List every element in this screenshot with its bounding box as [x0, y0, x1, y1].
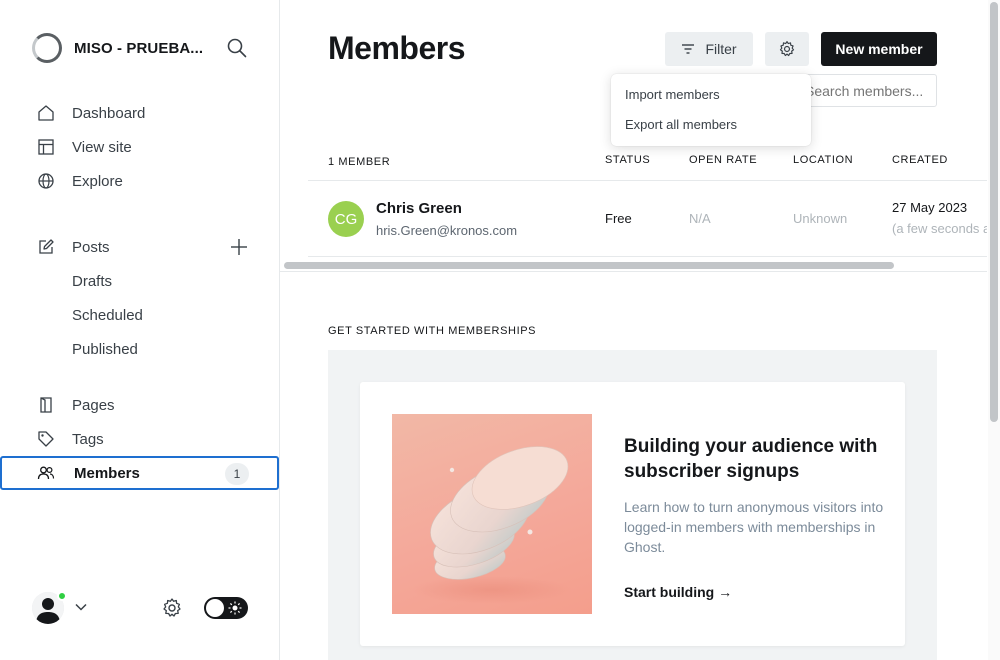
start-building-link[interactable]: Start building →: [624, 584, 732, 600]
sidebar-item-label: Pages: [72, 396, 115, 414]
member-status: Free: [605, 211, 632, 226]
site-name: MISO - PRUEBA...: [74, 39, 204, 57]
sidebar-item-label: Dashboard: [72, 104, 146, 122]
sidebar-item-scheduled[interactable]: Scheduled: [0, 298, 280, 332]
members-count-badge: 1: [225, 463, 249, 485]
sidebar-item-explore[interactable]: Explore: [0, 164, 280, 198]
sidebar-item-dashboard[interactable]: Dashboard: [0, 96, 280, 130]
brand[interactable]: MISO - PRUEBA...: [32, 32, 203, 64]
section-divider: [280, 271, 987, 272]
promo-illustration: [392, 414, 592, 614]
member-avatar: CG: [328, 201, 364, 237]
sidebar-footer: [32, 590, 252, 626]
sidebar-item-published[interactable]: Published: [0, 332, 280, 366]
table-row[interactable]: CG Chris Green hris.Green@kronos.com Fre…: [308, 180, 987, 257]
sidebar-item-pages[interactable]: Pages: [0, 388, 280, 422]
filter-icon: [682, 44, 695, 54]
sidebar-item-members[interactable]: Members 1: [0, 456, 279, 490]
sidebar-item-view-site[interactable]: View site: [0, 130, 280, 164]
page-scrollbar-thumb[interactable]: [990, 2, 998, 422]
sidebar: MISO - PRUEBA... Dashboard View site Exp…: [0, 0, 280, 660]
page-title: Members: [328, 30, 466, 66]
online-status-dot: [57, 591, 67, 601]
page-icon: [37, 396, 55, 414]
layout-icon: [37, 138, 55, 156]
column-status[interactable]: STATUS: [605, 154, 650, 166]
table-header: 1 MEMBER STATUS OPEN RATE LOCATION CREAT…: [328, 154, 987, 168]
member-email: hris.Green@kronos.com: [376, 223, 518, 238]
settings-gear-icon[interactable]: [161, 597, 183, 619]
promo-title: Building your audience with subscriber s…: [624, 436, 878, 482]
sidebar-item-tags[interactable]: Tags: [0, 422, 280, 456]
main-nav: Dashboard View site Explore: [0, 96, 280, 198]
members-icon: [37, 464, 55, 482]
posts-nav: Posts Drafts Scheduled Published: [0, 230, 280, 366]
search-icon[interactable]: [226, 37, 248, 59]
page-vertical-scrollbar: [988, 0, 1000, 660]
chevron-down-icon[interactable]: [74, 600, 88, 614]
tag-icon: [37, 430, 55, 448]
edit-icon: [37, 238, 55, 256]
member-name: Chris Green: [376, 200, 462, 217]
filter-label: Filter: [705, 41, 737, 57]
sidebar-item-label: Tags: [72, 430, 104, 448]
sidebar-item-label: Explore: [72, 172, 123, 190]
member-location: Unknown: [793, 211, 848, 226]
sidebar-item-posts[interactable]: Posts: [0, 230, 280, 264]
member-created: 27 May 2023: [892, 200, 968, 215]
sidebar-item-label: Drafts: [72, 272, 113, 290]
export-members-item[interactable]: Export all members: [611, 110, 811, 140]
sidebar-item-label: Published: [72, 340, 138, 358]
members-actions-dropdown: Import members Export all members: [611, 74, 811, 146]
sidebar-item-label: View site: [72, 138, 132, 156]
member-created-relative: (a few seconds ago): [892, 221, 987, 236]
promo-description: Learn how to turn anonymous visitors int…: [624, 499, 884, 555]
column-member[interactable]: 1 MEMBER: [328, 156, 390, 168]
dark-mode-toggle[interactable]: [204, 597, 248, 619]
column-created[interactable]: CREATED: [892, 154, 948, 166]
sidebar-item-label: Posts: [72, 238, 110, 256]
content-nav: Pages Tags Members 1: [0, 388, 280, 490]
globe-icon: [37, 172, 55, 190]
gear-icon: [779, 41, 795, 57]
sun-icon: [228, 601, 242, 615]
new-post-plus-icon[interactable]: [229, 237, 249, 257]
search-members-input[interactable]: [790, 74, 937, 107]
section-label: GET STARTED WITH MEMBERSHIPS: [328, 325, 537, 337]
members-actions-button[interactable]: [765, 32, 809, 66]
member-open-rate: N/A: [689, 211, 711, 226]
sidebar-item-label: Scheduled: [72, 306, 143, 324]
filter-button[interactable]: Filter: [665, 32, 753, 66]
toggle-knob: [206, 599, 224, 617]
new-member-button[interactable]: New member: [821, 32, 937, 66]
column-location[interactable]: LOCATION: [793, 154, 853, 166]
site-logo: [32, 33, 62, 63]
home-icon: [37, 104, 55, 122]
column-open-rate[interactable]: OPEN RATE: [689, 154, 757, 166]
memberships-promo-section: Building your audience with subscriber s…: [328, 350, 937, 660]
table-horizontal-scrollbar[interactable]: [284, 262, 894, 269]
import-members-item[interactable]: Import members: [611, 80, 811, 110]
promo-card: Building your audience with subscriber s…: [360, 382, 905, 646]
main-content: Members Filter New member Import members…: [280, 0, 987, 660]
sidebar-item-label: Members: [74, 464, 140, 482]
sidebar-item-drafts[interactable]: Drafts: [0, 264, 280, 298]
